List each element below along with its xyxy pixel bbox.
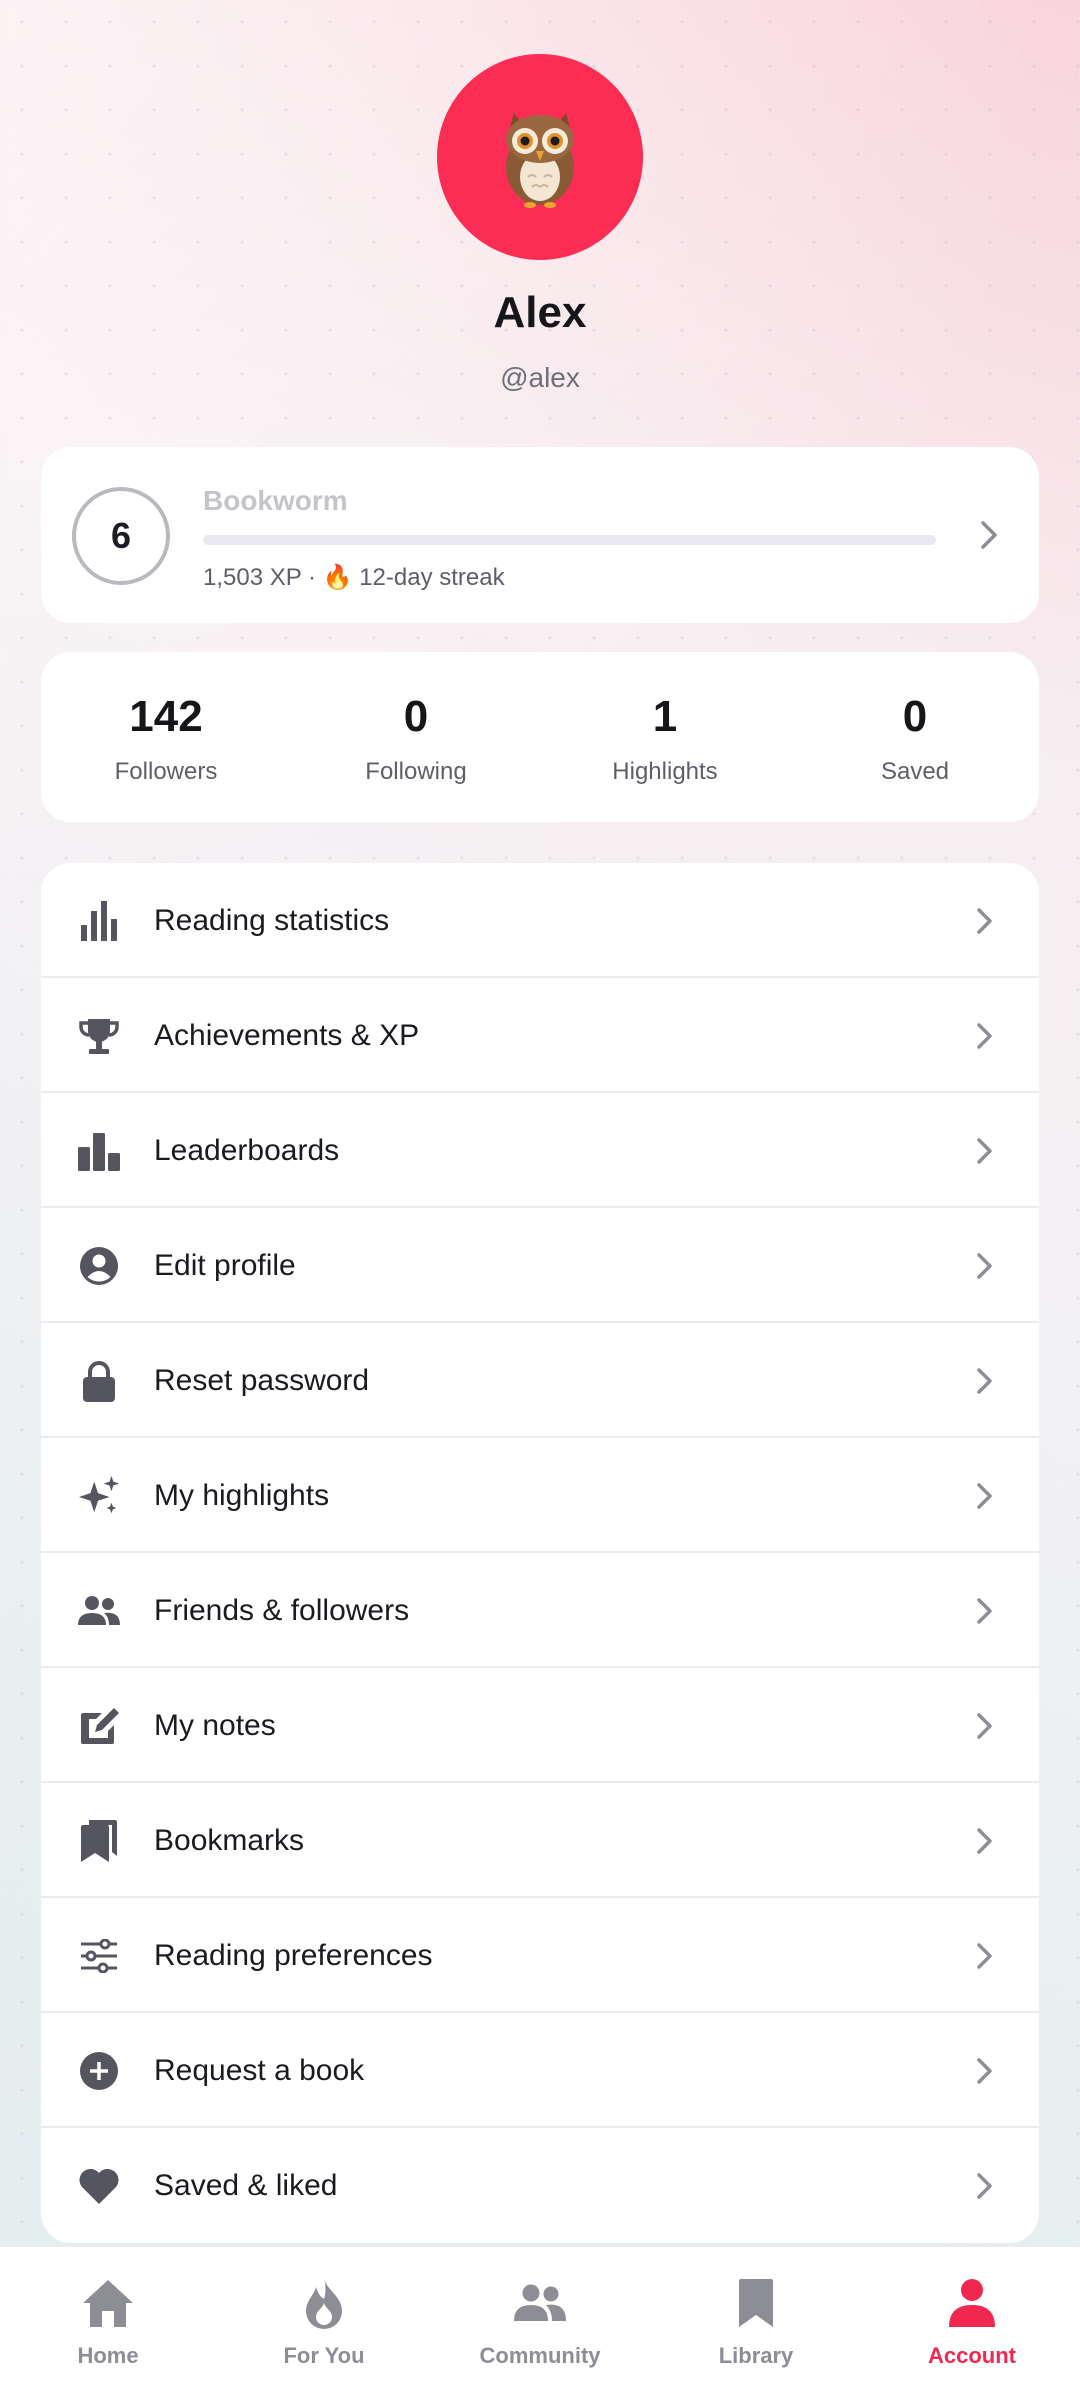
people-icon <box>512 2275 568 2331</box>
tab-label: Account <box>928 2343 1016 2368</box>
level-subtitle: 1,503 XP · 🔥 12-day streak <box>203 564 505 591</box>
menu-label: Leaderboards <box>154 1133 340 1167</box>
menu-label: Friends & followers <box>154 1593 410 1627</box>
menu-label: Bookmarks <box>154 1823 305 1857</box>
menu-item-my-highlights[interactable]: My highlights <box>41 1438 1039 1553</box>
edit-note-icon <box>77 1704 121 1748</box>
tab-account[interactable]: Account <box>864 2247 1080 2384</box>
lock-icon <box>77 1359 121 1403</box>
home-icon <box>80 2275 136 2331</box>
stat-label: Saved <box>880 758 950 785</box>
level-card[interactable]: 6 Bookworm 1,503 XP · 🔥 12-day streak <box>41 447 1039 623</box>
stat-value: 142 <box>129 692 203 741</box>
tab-home[interactable]: Home <box>0 2247 216 2384</box>
tab-label: For You <box>283 2343 365 2368</box>
menu-label: Request a book <box>154 2053 365 2087</box>
profile-handle: @alex <box>500 362 580 393</box>
avatar[interactable] <box>437 54 643 260</box>
bookmark-icon <box>728 2275 784 2331</box>
chevron-right-icon <box>977 1597 992 1624</box>
menu-item-edit-profile[interactable]: Edit profile <box>41 1208 1039 1323</box>
tab-label: Library <box>718 2343 794 2368</box>
menu-item-leaderboards[interactable]: Leaderboards <box>41 1093 1039 1208</box>
chevron-right-icon <box>977 1942 992 1969</box>
chevron-right-icon <box>977 1252 992 1279</box>
menu-item-friends-followers[interactable]: Friends & followers <box>41 1553 1039 1668</box>
stat-following[interactable]: 0 Following <box>291 652 541 822</box>
menu-label: Reading statistics <box>154 903 390 937</box>
menu-label: My notes <box>154 1708 276 1742</box>
bookmarks-icon <box>77 1819 121 1863</box>
level-title: Bookworm <box>203 485 348 516</box>
menu-label: Edit profile <box>154 1248 296 1282</box>
owl-avatar-icon <box>506 113 574 208</box>
menu-item-achievements[interactable]: Achievements & XP <box>41 978 1039 1093</box>
chevron-right-icon <box>977 2172 992 2199</box>
chevron-right-icon <box>977 1367 992 1394</box>
stat-value: 0 <box>902 692 928 741</box>
menu-item-saved-liked[interactable]: Saved & liked <box>41 2128 1039 2243</box>
add-circle-icon <box>77 2049 121 2093</box>
menu-label: Saved & liked <box>154 2168 338 2202</box>
account-menu: Reading statistics Achievements & XP Lea… <box>41 863 1039 2243</box>
chevron-right-icon <box>977 2057 992 2084</box>
tab-for-you[interactable]: For You <box>216 2247 432 2384</box>
sliders-icon <box>77 1934 121 1978</box>
menu-label: Reset password <box>154 1363 370 1397</box>
stat-value: 0 <box>403 692 429 741</box>
trophy-icon <box>77 1014 121 1058</box>
tab-community[interactable]: Community <box>432 2247 648 2384</box>
level-number: 6 <box>110 515 132 556</box>
chevron-right-icon <box>977 1827 992 1854</box>
stats-card: 142 Followers 0 Following 1 Highlights 0… <box>41 652 1039 822</box>
bottom-tab-bar: Home For You Community Library Account <box>0 2245 1080 2384</box>
stat-followers[interactable]: 142 Followers <box>41 652 291 822</box>
menu-item-reading-preferences[interactable]: Reading preferences <box>41 1898 1039 2013</box>
account-circle-icon <box>77 1244 121 1288</box>
menu-item-request-book[interactable]: Request a book <box>41 2013 1039 2128</box>
person-icon <box>944 2275 1000 2331</box>
stat-saved[interactable]: 0 Saved <box>790 652 1040 822</box>
menu-item-reading-statistics[interactable]: Reading statistics <box>41 863 1039 978</box>
level-badge: 6 <box>72 487 170 585</box>
people-icon <box>77 1589 121 1633</box>
chevron-right-icon <box>977 1712 992 1739</box>
chevron-right-icon <box>977 1022 992 1049</box>
stat-label: Following <box>365 758 467 785</box>
podium-icon <box>77 1129 121 1173</box>
menu-item-bookmarks[interactable]: Bookmarks <box>41 1783 1039 1898</box>
heart-icon <box>77 2164 121 2208</box>
bar-chart-icon <box>77 899 121 943</box>
chevron-right-icon <box>977 1482 992 1509</box>
menu-item-my-notes[interactable]: My notes <box>41 1668 1039 1783</box>
stat-value: 1 <box>652 692 678 741</box>
chevron-right-icon <box>977 1137 992 1164</box>
menu-item-reset-password[interactable]: Reset password <box>41 1323 1039 1438</box>
chevron-right-icon <box>981 521 997 549</box>
tab-label: Community <box>479 2343 601 2368</box>
flame-icon <box>296 2275 352 2331</box>
tab-label: Home <box>77 2343 139 2368</box>
profile-name: Alex <box>493 288 587 337</box>
menu-label: Achievements & XP <box>154 1018 420 1052</box>
xp-progress-bar <box>203 535 936 545</box>
stat-label: Followers <box>114 758 218 785</box>
chevron-right-icon <box>977 907 992 934</box>
tab-library[interactable]: Library <box>648 2247 864 2384</box>
menu-label: My highlights <box>154 1478 330 1512</box>
menu-label: Reading preferences <box>154 1938 433 1972</box>
stat-label: Highlights <box>612 758 718 785</box>
stat-highlights[interactable]: 1 Highlights <box>540 652 790 822</box>
sparkles-icon <box>77 1474 121 1518</box>
